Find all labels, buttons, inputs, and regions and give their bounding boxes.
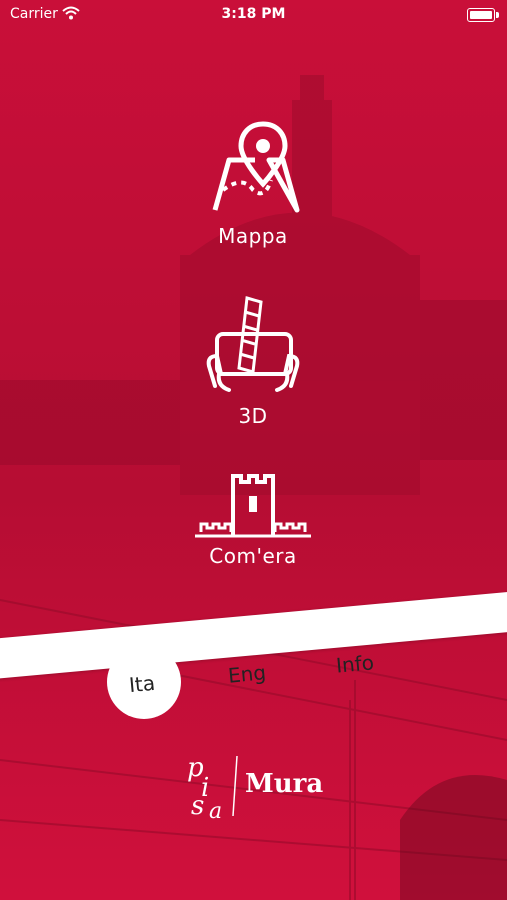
logo-mura-text: Mura [245, 769, 323, 799]
history-menu-item[interactable]: Com'era [153, 470, 353, 568]
map-menu-item[interactable]: Mappa [153, 120, 353, 248]
status-bar: Carrier 3:18 PM [0, 0, 507, 30]
threed-label: 3D [238, 404, 268, 428]
logo-letter-a: a [209, 799, 222, 820]
history-label: Com'era [209, 544, 297, 568]
pisa-mura-logo: p i s a Mura [187, 753, 323, 820]
threed-menu-item[interactable]: 3D [153, 290, 353, 428]
leaning-tower-tablet-icon [206, 296, 300, 392]
language-ita[interactable]: Ita [128, 671, 156, 697]
battery-icon [467, 8, 499, 22]
clock: 3:18 PM [221, 6, 286, 22]
castle-tower-icon [195, 474, 311, 538]
map-pin-icon [212, 121, 300, 213]
logo-letter-s: s [191, 791, 204, 820]
info-link[interactable]: Info [335, 650, 375, 677]
language-eng[interactable]: Eng [227, 660, 267, 687]
map-label: Mappa [218, 224, 288, 248]
